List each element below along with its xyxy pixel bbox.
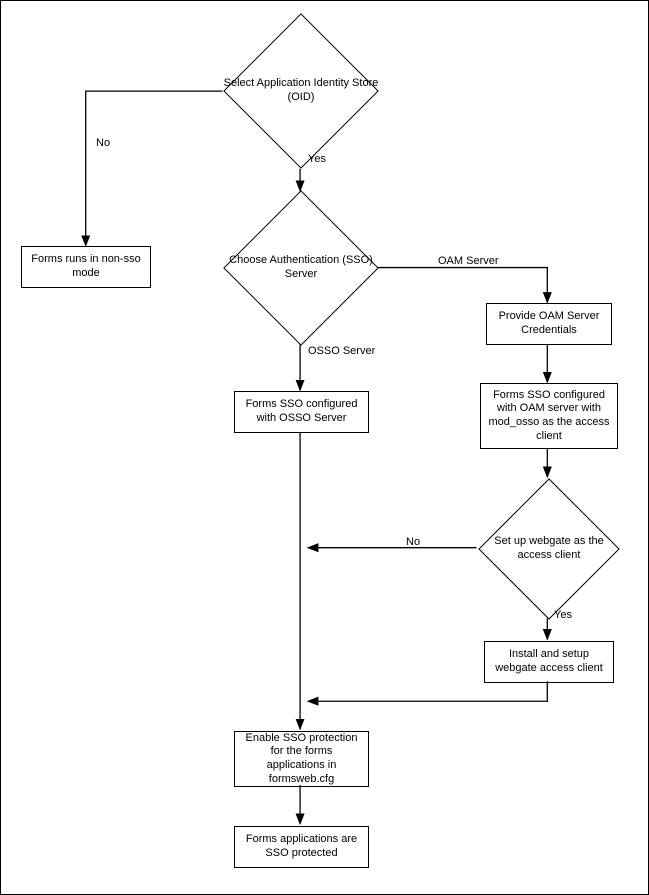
process-label: Provide OAM Server Credentials	[493, 310, 605, 338]
process-enable-sso: Enable SSO protection for the forms appl…	[234, 731, 369, 787]
process-forms-osso: Forms SSO configured with OSSO Server	[234, 391, 369, 433]
edge-label-yes1: Yes	[308, 153, 326, 165]
decision-select-identity	[223, 13, 379, 169]
decision-setup-webgate	[478, 478, 619, 619]
process-label: Forms applications are SSO protected	[241, 833, 362, 861]
edge-label-yes2: Yes	[554, 609, 572, 621]
process-label: Enable SSO protection for the forms appl…	[241, 732, 362, 787]
flowchart-canvas: Select Application Identity Store (OID) …	[0, 0, 649, 895]
process-label: Forms runs in non-sso mode	[28, 253, 144, 281]
process-provide-oam-creds: Provide OAM Server Credentials	[486, 303, 612, 345]
edge-label-no2: No	[406, 536, 420, 548]
process-label: Install and setup webgate access client	[491, 648, 607, 676]
process-forms-protected: Forms applications are SSO protected	[234, 826, 369, 868]
process-forms-non-sso: Forms runs in non-sso mode	[21, 246, 151, 288]
process-forms-oam-modosso: Forms SSO configured with OAM server wit…	[480, 383, 618, 449]
process-install-webgate: Install and setup webgate access client	[484, 641, 614, 683]
edge-label-osso: OSSO Server	[308, 345, 375, 357]
process-label: Forms SSO configured with OAM server wit…	[487, 389, 611, 444]
edge-label-oam: OAM Server	[438, 255, 499, 267]
edge-label-no1: No	[96, 137, 110, 149]
process-label: Forms SSO configured with OSSO Server	[241, 398, 362, 426]
decision-choose-auth	[223, 190, 379, 346]
